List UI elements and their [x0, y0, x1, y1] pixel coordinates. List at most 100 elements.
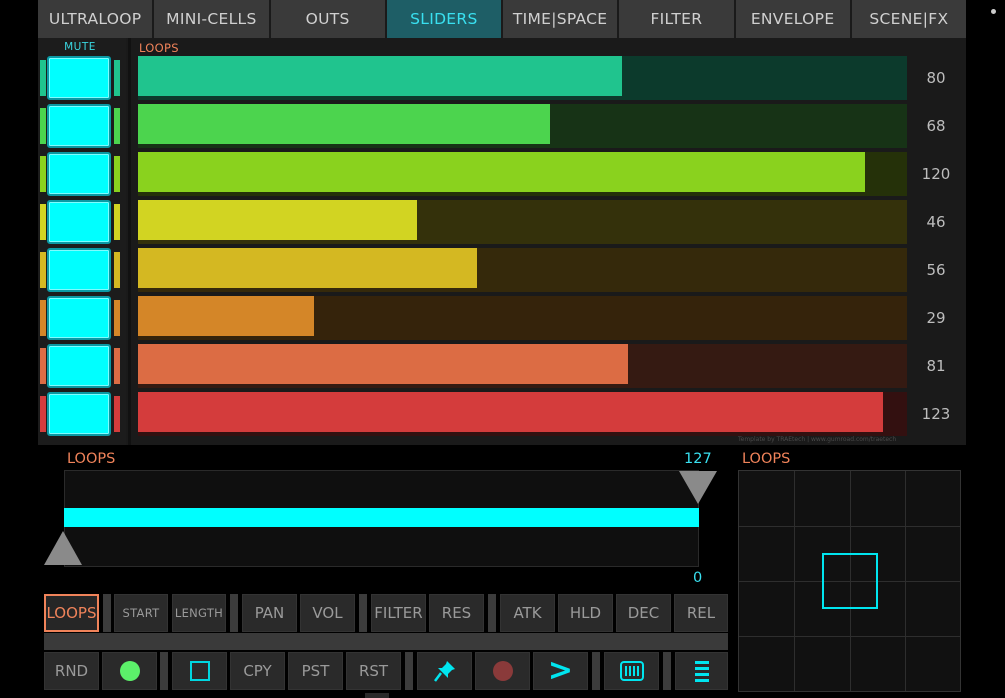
loop-value-label: 46 — [926, 213, 946, 231]
stop-button[interactable] — [172, 652, 227, 690]
mute-button[interactable] — [47, 248, 111, 292]
loop-color-strip — [114, 252, 120, 288]
record-button[interactable] — [475, 652, 530, 690]
mute-row — [38, 200, 126, 244]
param-atk-button[interactable]: ATK — [500, 594, 555, 632]
keyboard-icon — [619, 661, 644, 681]
copy-button[interactable]: CPY — [230, 652, 285, 690]
param-start-button[interactable]: START — [114, 594, 168, 632]
mute-row — [38, 296, 126, 340]
param-res-button[interactable]: RES — [429, 594, 484, 632]
range-low-handle[interactable] — [44, 531, 82, 565]
tab-ultraloop[interactable]: ULTRALOOP — [38, 0, 155, 38]
divider — [128, 38, 131, 445]
param-dec-button[interactable]: DEC — [616, 594, 671, 632]
separator — [160, 652, 168, 690]
tab-filter[interactable]: FILTER — [619, 0, 736, 38]
param-rel-button[interactable]: REL — [674, 594, 728, 632]
range-slider-title: LOOPS — [67, 451, 116, 467]
loop-slider-fill — [138, 104, 550, 144]
mute-button[interactable] — [47, 344, 111, 388]
loop-slider-fill — [138, 56, 622, 96]
param-hld-button[interactable]: HLD — [558, 594, 613, 632]
separator — [103, 594, 111, 632]
tab-sliders[interactable]: SLIDERS — [386, 0, 503, 38]
mute-column: MUTE — [38, 38, 126, 445]
loop-value-label: 81 — [926, 357, 946, 375]
xy-pad-handle[interactable] — [822, 553, 878, 609]
loop-volume-slider[interactable] — [138, 200, 907, 244]
paste-button[interactable]: PST — [288, 652, 343, 690]
xy-pad[interactable] — [738, 470, 961, 692]
play-button[interactable] — [102, 652, 157, 690]
loop-volume-slider[interactable] — [138, 152, 907, 196]
tab-time-space[interactable]: TIME|SPACE — [503, 0, 620, 38]
tab-bar: ULTRALOOP MINI-CELLS OUTS SLIDERS TIME|S… — [38, 0, 966, 38]
loop-volume-slider[interactable] — [138, 104, 907, 148]
mute-row — [38, 248, 126, 292]
tab-outs[interactable]: OUTS — [270, 0, 387, 38]
range-slider-min-label: 0 — [693, 570, 703, 586]
mute-row — [38, 344, 126, 388]
loop-volume-slider[interactable] — [138, 296, 907, 340]
grid-line — [739, 636, 960, 637]
loop-value-label: 123 — [921, 405, 951, 423]
tab-mini-cells[interactable]: MINI-CELLS — [154, 0, 271, 38]
param-loops-button[interactable]: LOOPS — [44, 594, 99, 632]
separator — [592, 652, 600, 690]
mute-button[interactable] — [47, 296, 111, 340]
loop-volume-slider[interactable] — [138, 392, 907, 436]
range-slider-fill — [64, 508, 699, 527]
range-high-handle[interactable] — [679, 471, 717, 504]
loop-color-strip — [40, 300, 46, 336]
mute-button[interactable] — [47, 392, 111, 436]
next-button[interactable]: > — [533, 652, 588, 690]
green-dot-icon — [119, 661, 140, 681]
credit-text: Template by TRAEtech | www.gumroad.com/t… — [738, 436, 897, 443]
loop-value-label: 120 — [921, 165, 951, 183]
loop-slider-fill — [138, 296, 314, 336]
reset-button[interactable]: RST — [346, 652, 401, 690]
loop-color-strip — [114, 108, 120, 144]
range-slider-max-label: 127 — [684, 451, 712, 467]
loop-value-label: 56 — [926, 261, 946, 279]
random-button[interactable]: RND — [44, 652, 99, 690]
param-vol-button[interactable]: VOL — [300, 594, 355, 632]
separator — [405, 652, 413, 690]
loop-color-strip — [40, 108, 46, 144]
loop-color-strip — [114, 204, 120, 240]
menu-button[interactable] — [675, 652, 728, 690]
loop-color-strip — [114, 60, 120, 96]
keyboard-button[interactable] — [604, 652, 659, 690]
loop-color-strip — [40, 60, 46, 96]
param-length-button[interactable]: LENGTH — [172, 594, 226, 632]
loops-title: LOOPS — [139, 41, 179, 55]
mute-title: MUTE — [64, 41, 96, 53]
loop-color-strip — [114, 396, 120, 432]
loop-value-label: 29 — [926, 309, 946, 327]
loop-color-strip — [40, 156, 46, 192]
loop-color-strip — [114, 348, 120, 384]
mute-button[interactable] — [47, 200, 111, 244]
loop-volume-slider[interactable] — [138, 56, 907, 100]
loop-volume-slider[interactable] — [138, 344, 907, 388]
tab-envelope[interactable]: ENVELOPE — [735, 0, 852, 38]
pin-button[interactable] — [417, 652, 472, 690]
grid-line — [739, 526, 960, 527]
param-pan-button[interactable]: PAN — [242, 594, 297, 632]
chevron-right-icon: > — [547, 653, 574, 688]
mute-button[interactable] — [47, 104, 111, 148]
loop-volume-slider[interactable] — [138, 248, 907, 292]
pin-icon — [433, 661, 455, 682]
square-icon — [189, 661, 210, 681]
mute-button[interactable] — [47, 56, 111, 100]
param-filter-button[interactable]: FILTER — [371, 594, 426, 632]
sliders-panel: MUTE LOOPS Template by TRAEtech | www.gu… — [38, 38, 966, 445]
loop-color-strip — [114, 156, 120, 192]
mute-button[interactable] — [47, 152, 111, 196]
loop-color-strip — [40, 396, 46, 432]
record-dot-icon — [492, 661, 513, 681]
param-scroll-bar[interactable] — [44, 633, 728, 650]
mute-row — [38, 392, 126, 436]
tab-scene-fx[interactable]: SCENE|FX — [851, 0, 966, 38]
